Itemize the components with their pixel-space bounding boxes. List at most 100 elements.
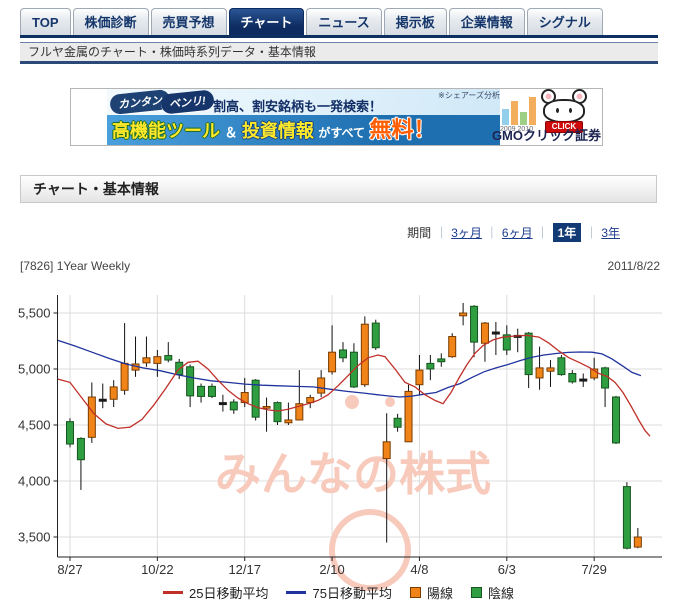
page: TOP株価診断売買予想チャートニュース掲示板企業情報シグナル フルヤ金属のチャー…	[0, 0, 677, 615]
candle-29	[372, 320, 379, 350]
candle-22	[296, 370, 303, 420]
tab-株価診断[interactable]: 株価診断	[73, 8, 149, 35]
x-tick-label: 7/29	[582, 562, 607, 577]
ad-mini-chart-icon	[502, 95, 536, 125]
candle-8	[143, 337, 150, 367]
mouse-mascot-icon: CLICK	[540, 90, 588, 130]
legend-rect-swatch	[410, 587, 421, 598]
legend-line-swatch	[163, 591, 183, 594]
candle-44	[536, 347, 543, 390]
legend-label: 75日移動平均	[312, 583, 391, 602]
candle-25	[329, 325, 336, 374]
chart-title: [7826] 1Year Weekly	[20, 259, 130, 273]
ad-brand-area: 2009 2010 CLICK GMOクリック証券	[500, 89, 602, 145]
y-tick-label: 5,500	[18, 306, 51, 321]
tab-シグナル[interactable]: シグナル	[527, 8, 603, 35]
tab-underline	[20, 35, 658, 38]
chart-legend: 25日移動平均 75日移動平均 陽線 陰線	[0, 583, 677, 602]
ad-banner[interactable]: カンタン ベンリ! 割高、割安銘柄も一発検索！ ※シェアーズ分析 高機能ツール …	[70, 88, 603, 146]
candle-50	[602, 367, 609, 407]
ad-badge-benri: ベンリ!	[160, 89, 214, 114]
x-tick-label: 4/8	[410, 562, 428, 577]
ad-subline: 高機能ツール ＆ 投資情報 がすべて 無料！	[107, 115, 502, 145]
tab-bar: TOP株価診断売買予想チャートニュース掲示板企業情報シグナル	[20, 8, 605, 35]
tab-掲示板[interactable]: 掲示板	[384, 8, 447, 35]
chart-date: 2011/8/22	[608, 259, 661, 273]
section-title: チャート・基本情報	[33, 181, 159, 197]
candle-42	[514, 329, 521, 353]
x-tick-label: 10/22	[141, 562, 174, 577]
ad-brand-text: GMOクリック証券	[492, 125, 601, 144]
ad-text-ga: がすべて	[318, 126, 365, 140]
tab-TOP[interactable]: TOP	[20, 8, 71, 35]
legend-item-陰線: 陰線	[471, 583, 514, 602]
period-option-3ヶ月[interactable]: 3ヶ月	[451, 224, 482, 241]
ad-text-info: 投資情報	[242, 121, 314, 141]
candle-20	[274, 401, 281, 425]
tab-売買予想[interactable]: 売買予想	[151, 8, 227, 35]
candle-19	[263, 398, 270, 432]
tab-企業情報[interactable]: 企業情報	[449, 8, 525, 35]
tab-チャート[interactable]: チャート	[229, 8, 305, 35]
candle-1	[67, 418, 74, 447]
legend-label: 陰線	[488, 583, 514, 602]
period-option-1年[interactable]: 1年	[553, 223, 582, 242]
y-tick-label: 3,500	[18, 530, 51, 545]
candle-6	[121, 323, 128, 395]
legend-rect-swatch	[471, 587, 482, 598]
x-tick-label: 6/3	[498, 562, 516, 577]
legend-item-陽線: 陽線	[410, 583, 453, 602]
legend-item-75日移動平均: 75日移動平均	[286, 583, 391, 602]
candle-47	[569, 370, 576, 383]
candle-46	[558, 355, 565, 376]
period-separator: ｜	[435, 224, 447, 241]
candle-31	[394, 414, 401, 432]
y-tick-label: 4,000	[18, 474, 51, 489]
ad-text-tool: 高機能ツール	[112, 121, 220, 141]
y-tick-label: 5,000	[18, 362, 51, 377]
x-tick-label: 12/17	[228, 562, 261, 577]
legend-line-swatch	[286, 591, 306, 594]
candle-5	[110, 380, 117, 407]
candle-9	[154, 350, 161, 377]
legend-label: 25日移動平均	[189, 583, 268, 602]
candle-14	[208, 384, 215, 399]
legend-item-25日移動平均: 25日移動平均	[163, 583, 268, 602]
period-option-6ヶ月[interactable]: 6ヶ月	[502, 224, 533, 241]
x-tick-label: 8/27	[57, 562, 82, 577]
candle-27	[350, 343, 357, 388]
candle-32	[405, 385, 412, 442]
candle-7	[132, 337, 139, 377]
breadcrumb-text: フルヤ金属のチャート・株価時系列データ・基本情報	[28, 45, 316, 59]
x-tick-label: 2/10	[319, 562, 344, 577]
candle-26	[340, 342, 347, 362]
stock-chart: みんなの株式5,5005,0004,5004,0003,5008/2710/22…	[0, 280, 677, 615]
candle-48	[580, 373, 587, 386]
legend-label: 陽線	[427, 583, 453, 602]
candle-15	[219, 395, 226, 412]
period-selector: 期間｜3ヶ月｜6ヶ月｜1年｜3年	[407, 223, 620, 241]
breadcrumb: フルヤ金属のチャート・株価時系列データ・基本情報	[20, 42, 658, 64]
candle-51	[613, 396, 620, 444]
candle-37	[460, 303, 467, 325]
ad-headline: 割高、割安銘柄も一発検索！	[213, 96, 382, 115]
svg-text:みんなの株式: みんなの株式	[215, 448, 491, 500]
candle-13	[198, 384, 205, 403]
candle-41	[503, 325, 510, 355]
section-header: チャート・基本情報	[20, 175, 657, 203]
period-label: 期間	[407, 224, 431, 241]
ad-text-amp: ＆	[224, 125, 237, 140]
period-option-3年[interactable]: 3年	[601, 224, 620, 241]
ad-creative: カンタン ベンリ! 割高、割安銘柄も一発検索！ ※シェアーズ分析 高機能ツール …	[107, 89, 502, 145]
period-separator: ｜	[537, 224, 549, 241]
candle-45	[547, 360, 554, 387]
tab-ニュース[interactable]: ニュース	[306, 8, 381, 35]
candle-16	[230, 399, 237, 414]
ad-text-free: 無料！	[370, 117, 436, 142]
candle-34	[427, 355, 434, 380]
candle-53	[634, 528, 641, 548]
grid	[58, 295, 663, 557]
period-separator: ｜	[585, 224, 597, 241]
candle-28	[361, 316, 368, 387]
candle-3	[88, 382, 95, 442]
